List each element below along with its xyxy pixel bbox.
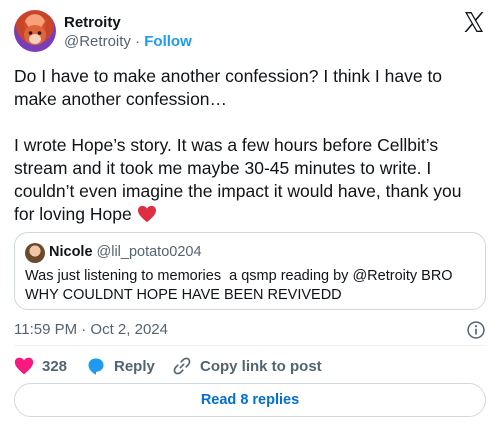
post-text: Do I have to make another confession? I … bbox=[14, 65, 486, 226]
info-icon[interactable] bbox=[466, 320, 486, 340]
x-logo-icon[interactable] bbox=[462, 10, 486, 34]
author-handle-row: @Retroity · Follow bbox=[64, 33, 192, 50]
heart-emoji-icon bbox=[137, 205, 156, 223]
author-handle[interactable]: @Retroity bbox=[64, 33, 131, 50]
post-header: Retroity @Retroity · Follow bbox=[14, 10, 486, 54]
divider bbox=[14, 345, 486, 346]
quoted-author-handle[interactable]: @lil_potato0204 bbox=[97, 244, 202, 260]
reply-label: Reply bbox=[114, 357, 155, 375]
separator: · bbox=[135, 33, 141, 50]
read-replies-button[interactable]: Read 8 replies bbox=[14, 383, 486, 417]
quoted-text: Was just listening to memories a qsmp re… bbox=[25, 268, 457, 303]
quoted-post[interactable]: Nicole @lil_potato0204 Was just listening… bbox=[14, 232, 486, 310]
avatar[interactable] bbox=[14, 10, 56, 52]
reply-bubble-icon bbox=[88, 358, 104, 375]
embedded-post: Retroity @Retroity · Follow Do I have to… bbox=[0, 0, 500, 429]
post-text-content: Do I have to make another confession? I … bbox=[14, 66, 462, 224]
link-icon bbox=[173, 357, 191, 375]
quoted-avatar[interactable] bbox=[25, 243, 45, 263]
copy-link-button[interactable]: Copy link to post bbox=[172, 356, 322, 376]
follow-button[interactable]: Follow bbox=[144, 33, 192, 50]
post-timestamp[interactable]: 11:59 PM · Oct 2, 2024 bbox=[14, 321, 168, 338]
reply-button[interactable]: Reply bbox=[86, 356, 155, 376]
heart-icon bbox=[14, 357, 34, 375]
copy-link-label: Copy link to post bbox=[200, 357, 322, 375]
quoted-author: Nicole @lil_potato0204 bbox=[49, 244, 202, 260]
author-name[interactable]: Retroity bbox=[64, 14, 121, 31]
action-bar: 328 Reply Copy link to post bbox=[14, 356, 486, 378]
quoted-author-name[interactable]: Nicole bbox=[49, 244, 93, 260]
like-button[interactable]: 328 bbox=[14, 356, 67, 376]
like-count: 328 bbox=[42, 357, 68, 375]
